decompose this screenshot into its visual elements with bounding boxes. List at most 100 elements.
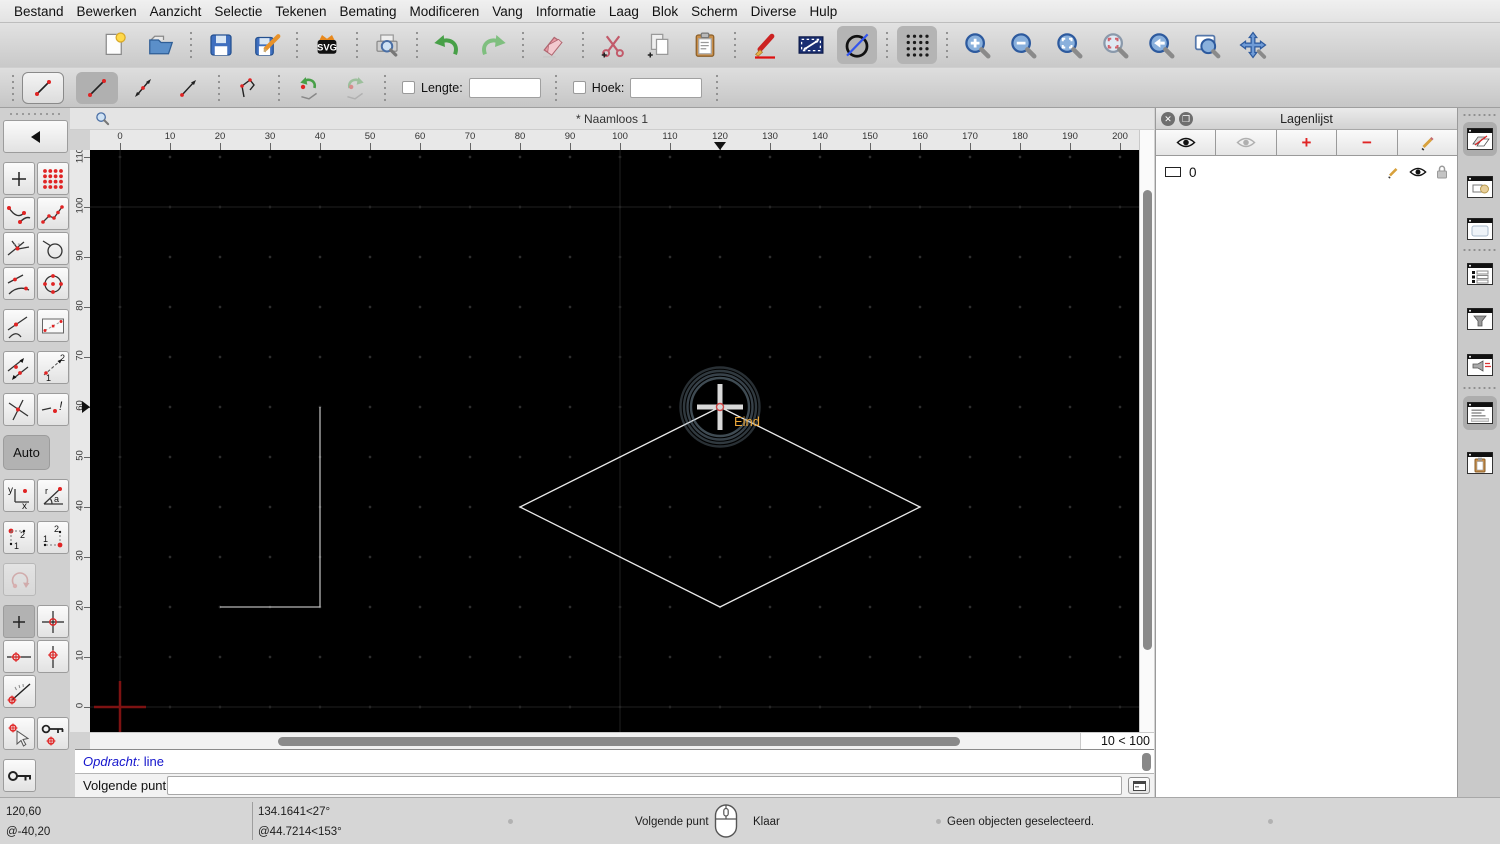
tool-single-point-button[interactable]: ! <box>37 393 69 426</box>
show-all-layers-button[interactable] <box>1156 130 1217 156</box>
zoom-selection-button[interactable] <box>1095 26 1135 64</box>
line-segment-button[interactable] <box>76 71 118 104</box>
menu-item-diverse[interactable]: Diverse <box>751 4 797 19</box>
clipboard-panel-toggle[interactable] <box>1463 446 1497 480</box>
layer-edit-button[interactable] <box>1386 165 1400 179</box>
tool-trim-button[interactable] <box>3 232 35 265</box>
announce-panel-toggle[interactable] <box>1463 348 1497 382</box>
canvas-vertical-scrollbar[interactable] <box>1139 130 1154 732</box>
zoom-window-button[interactable] <box>1187 26 1227 64</box>
tool-intersection-button[interactable] <box>3 393 35 426</box>
snap-plus-button[interactable] <box>3 605 35 638</box>
tool-cartesian-button[interactable]: yx <box>3 479 35 512</box>
menu-item-bestand[interactable]: Bestand <box>14 4 64 19</box>
polyline-button[interactable] <box>228 72 270 104</box>
redo-point-button[interactable] <box>334 72 376 104</box>
undo-point-button[interactable] <box>288 72 330 104</box>
menu-item-laag[interactable]: Laag <box>609 4 639 19</box>
snap-lock-point-button[interactable] <box>37 717 69 750</box>
menu-item-selectie[interactable]: Selectie <box>214 4 262 19</box>
vscroll-thumb[interactable] <box>1143 190 1152 650</box>
hscroll-thumb[interactable] <box>278 737 960 746</box>
command-history-scrollbar[interactable] <box>1142 753 1151 771</box>
tool-point-grid-button[interactable] <box>37 162 69 195</box>
menu-item-informatie[interactable]: Informatie <box>536 4 596 19</box>
current-tool-line-button[interactable] <box>22 71 64 104</box>
filter-panel-toggle[interactable] <box>1463 302 1497 336</box>
add-layer-button[interactable]: + <box>1276 130 1338 156</box>
zoom-in-button[interactable] <box>957 26 997 64</box>
tool-corner-12-button[interactable]: 12 <box>3 521 35 554</box>
save-button[interactable] <box>201 26 241 64</box>
hoek-checkbox[interactable] <box>572 81 586 94</box>
print-preview-button[interactable] <box>367 26 407 64</box>
new-file-button[interactable] <box>95 26 135 64</box>
menu-item-bemating[interactable]: Bemating <box>339 4 396 19</box>
canvas-horizontal-scrollbar[interactable] <box>90 732 1080 749</box>
menu-item-tekenen[interactable]: Tekenen <box>275 4 326 19</box>
tool-polyline-points-button[interactable] <box>37 197 69 230</box>
menu-item-hulp[interactable]: Hulp <box>809 4 837 19</box>
redo-button[interactable] <box>473 26 513 64</box>
menu-item-scherm[interactable]: Scherm <box>691 4 738 19</box>
command-input[interactable] <box>167 776 1122 795</box>
menu-item-bewerken[interactable]: Bewerken <box>77 4 137 19</box>
dimension-button[interactable] <box>791 26 831 64</box>
edit-layer-button[interactable] <box>1397 130 1458 156</box>
command-panel-toggle[interactable] <box>1463 396 1497 430</box>
preview-panel-toggle[interactable] <box>1463 212 1497 246</box>
undo-button[interactable] <box>427 26 467 64</box>
layer-lock-button[interactable] <box>1436 165 1448 179</box>
grid-toggle-button[interactable] <box>897 26 937 64</box>
snap-horizontal-button[interactable] <box>3 640 35 673</box>
circle-mode-button[interactable] <box>837 26 877 64</box>
list-panel-toggle[interactable] <box>1463 257 1497 291</box>
menu-item-vang[interactable]: Vang <box>492 4 523 19</box>
save-as-button[interactable] <box>247 26 287 64</box>
auto-mode-button[interactable]: Auto <box>3 435 50 470</box>
cut-button[interactable] <box>593 26 633 64</box>
menu-item-aanzicht[interactable]: Aanzicht <box>150 4 202 19</box>
tool-order-12-button[interactable]: 12 <box>37 351 69 384</box>
line-both-arrows-button[interactable] <box>122 72 164 104</box>
snap-angle-button[interactable] <box>3 675 36 708</box>
tool-tangent-arc-button[interactable] <box>3 267 35 300</box>
snap-vertical-button[interactable] <box>37 640 69 673</box>
tool-tangent-point-button[interactable] <box>3 309 35 342</box>
layers-panel-toggle[interactable] <box>1463 122 1497 156</box>
zoom-previous-button[interactable] <box>1141 26 1181 64</box>
snap-cursor-button[interactable] <box>3 717 35 750</box>
lengte-checkbox[interactable] <box>402 81 415 94</box>
tool-circle-tangent-button[interactable] <box>37 232 69 265</box>
layer-color-swatch[interactable] <box>1165 167 1181 177</box>
layer-row[interactable]: 0 <box>1156 160 1457 184</box>
lengte-input[interactable] <box>468 77 541 98</box>
drawing-canvas[interactable]: Eind <box>90 150 1139 732</box>
zoom-out-button[interactable] <box>1003 26 1043 64</box>
paste-button[interactable] <box>685 26 725 64</box>
zoom-fit-button[interactable] <box>1049 26 1089 64</box>
hoek-input[interactable] <box>630 77 703 98</box>
open-file-button[interactable] <box>141 26 181 64</box>
palette-grip[interactable] <box>8 112 62 117</box>
menu-item-blok[interactable]: Blok <box>652 4 678 19</box>
tool-spline-button[interactable] <box>3 197 35 230</box>
draw-pencil-button[interactable] <box>745 26 785 64</box>
hide-all-layers-button[interactable] <box>1216 130 1277 156</box>
tool-corner-21-button[interactable]: 12 <box>37 521 69 554</box>
eraser-button[interactable] <box>533 26 573 64</box>
tool-circle-center-button[interactable] <box>37 267 69 300</box>
menu-item-modificeren[interactable]: Modificeren <box>410 4 480 19</box>
line-arrow-button[interactable] <box>168 72 210 104</box>
strip-grip[interactable] <box>1462 113 1496 117</box>
tool-polar-button[interactable]: ra <box>37 479 69 512</box>
shapes-panel-toggle[interactable] <box>1463 170 1497 204</box>
tool-parallel-button[interactable] <box>3 351 35 384</box>
svg-export-button[interactable]: SVG <box>307 26 347 64</box>
remove-layer-button[interactable]: − <box>1337 130 1398 156</box>
tool-point-button[interactable] <box>3 162 35 195</box>
layer-visibility-button[interactable] <box>1409 166 1427 178</box>
tool-rect-diagonal-button[interactable] <box>37 309 69 342</box>
toolbar-handle[interactable] <box>12 72 14 103</box>
pan-button[interactable] <box>1233 26 1273 64</box>
